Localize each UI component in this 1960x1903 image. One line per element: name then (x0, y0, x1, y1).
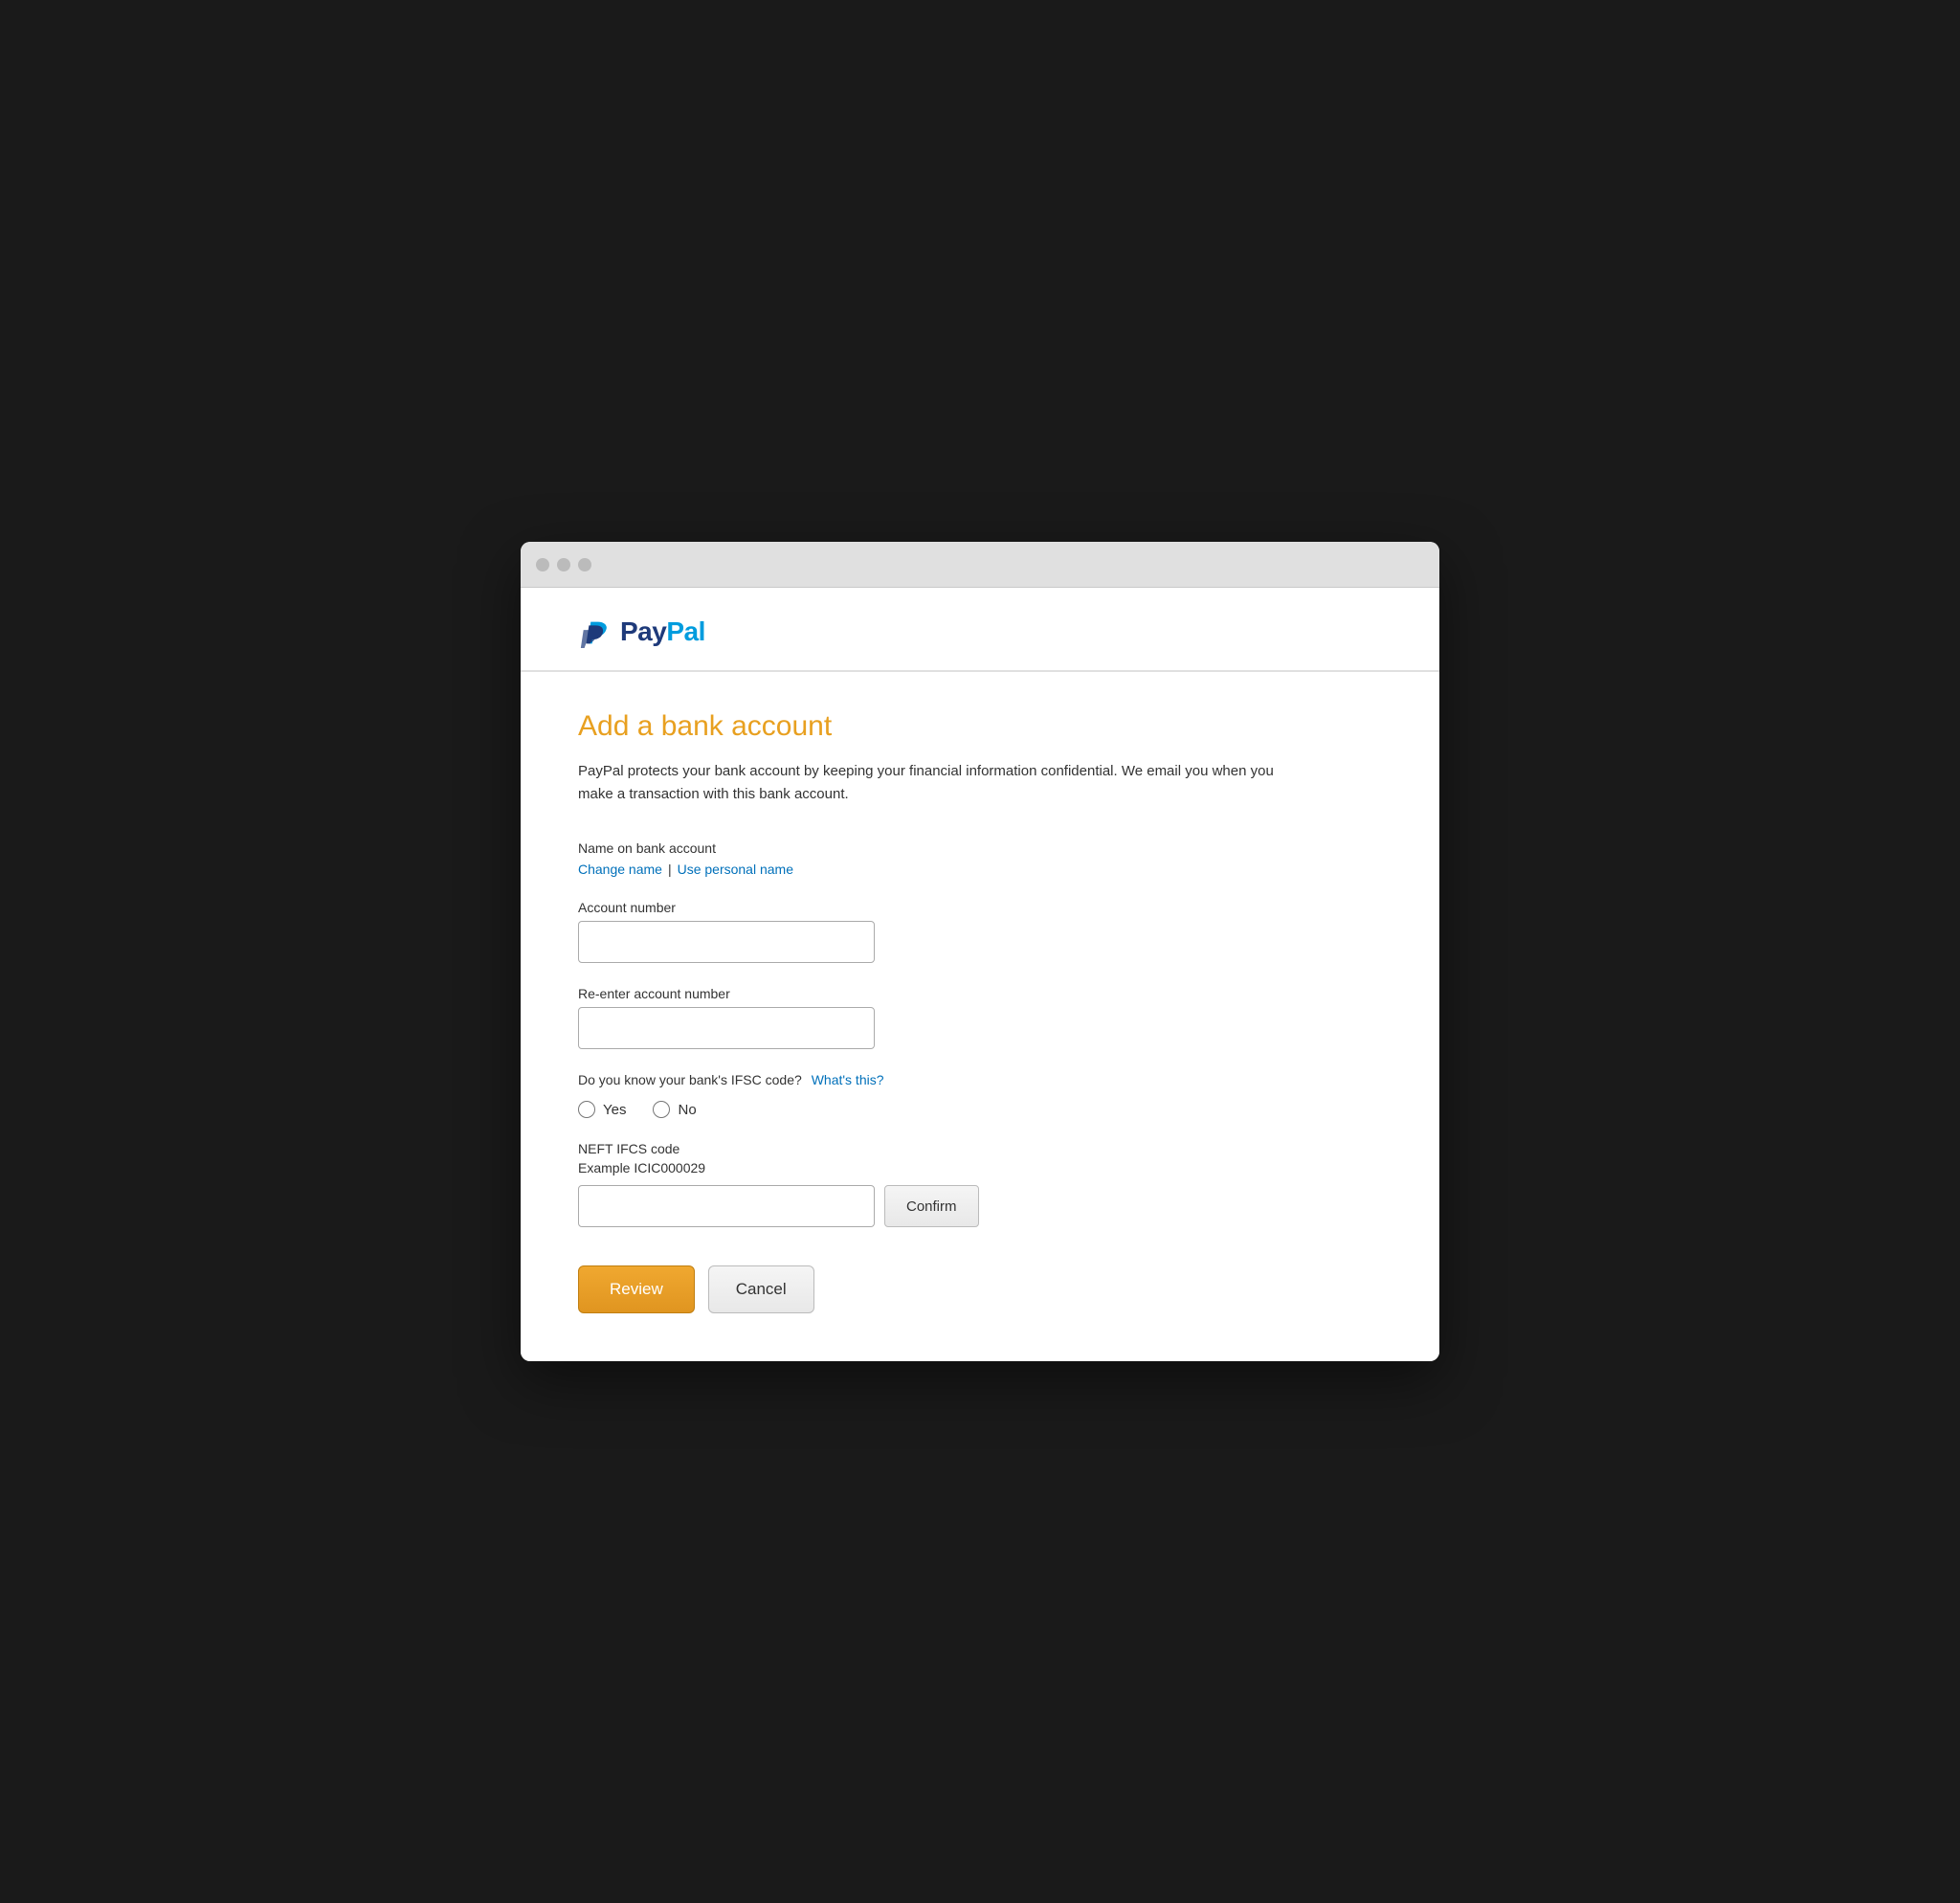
paypal-logo: PayPal (578, 615, 705, 649)
neft-input-group: Confirm (578, 1185, 1382, 1227)
use-personal-name-link[interactable]: Use personal name (678, 862, 793, 877)
account-number-label: Account number (578, 900, 1382, 915)
neft-group: NEFT IFCS code Example ICIC000029 Confir… (578, 1141, 1382, 1227)
yes-radio-label[interactable]: Yes (578, 1101, 626, 1118)
form-area: Add a bank account PayPal protects your … (521, 672, 1439, 1361)
button-row: Review Cancel (578, 1265, 1382, 1313)
review-button[interactable]: Review (578, 1265, 695, 1313)
no-radio-input[interactable] (653, 1101, 670, 1118)
reenter-account-input[interactable] (578, 1007, 875, 1049)
link-separator: | (668, 862, 672, 877)
neft-label: NEFT IFCS code (578, 1141, 1382, 1156)
cancel-button[interactable]: Cancel (708, 1265, 814, 1313)
change-name-link[interactable]: Change name (578, 862, 662, 877)
no-label: No (678, 1102, 696, 1118)
close-button[interactable] (536, 558, 549, 571)
header: PayPal (521, 588, 1439, 671)
account-number-group: Account number (578, 900, 1382, 963)
no-radio-label[interactable]: No (653, 1101, 696, 1118)
yes-label: Yes (603, 1102, 626, 1118)
confirm-button[interactable]: Confirm (884, 1185, 979, 1227)
ifsc-question-text: Do you know your bank's IFSC code? What'… (578, 1072, 1382, 1087)
neft-code-input[interactable] (578, 1185, 875, 1227)
browser-window: PayPal Add a bank account PayPal protect… (521, 542, 1439, 1361)
paypal-p-icon (578, 615, 612, 649)
name-form-group: Name on bank account Change name | Use p… (578, 840, 1382, 877)
minimize-button[interactable] (557, 558, 570, 571)
window-content: PayPal Add a bank account PayPal protect… (521, 588, 1439, 1361)
title-bar (521, 542, 1439, 588)
page-title: Add a bank account (578, 710, 1382, 743)
ifsc-group: Do you know your bank's IFSC code? What'… (578, 1072, 1382, 1118)
name-label: Name on bank account (578, 840, 1382, 856)
account-number-input[interactable] (578, 921, 875, 963)
name-link-group: Change name | Use personal name (578, 862, 1382, 877)
maximize-button[interactable] (578, 558, 591, 571)
reenter-label: Re-enter account number (578, 986, 1382, 1001)
yes-radio-input[interactable] (578, 1101, 595, 1118)
neft-example: Example ICIC000029 (578, 1160, 1382, 1175)
ifsc-radio-group: Yes No (578, 1101, 1382, 1118)
reenter-account-group: Re-enter account number (578, 986, 1382, 1049)
page-description: PayPal protects your bank account by kee… (578, 760, 1305, 806)
paypal-brand-text: PayPal (620, 616, 705, 647)
whats-this-link[interactable]: What's this? (812, 1072, 884, 1087)
